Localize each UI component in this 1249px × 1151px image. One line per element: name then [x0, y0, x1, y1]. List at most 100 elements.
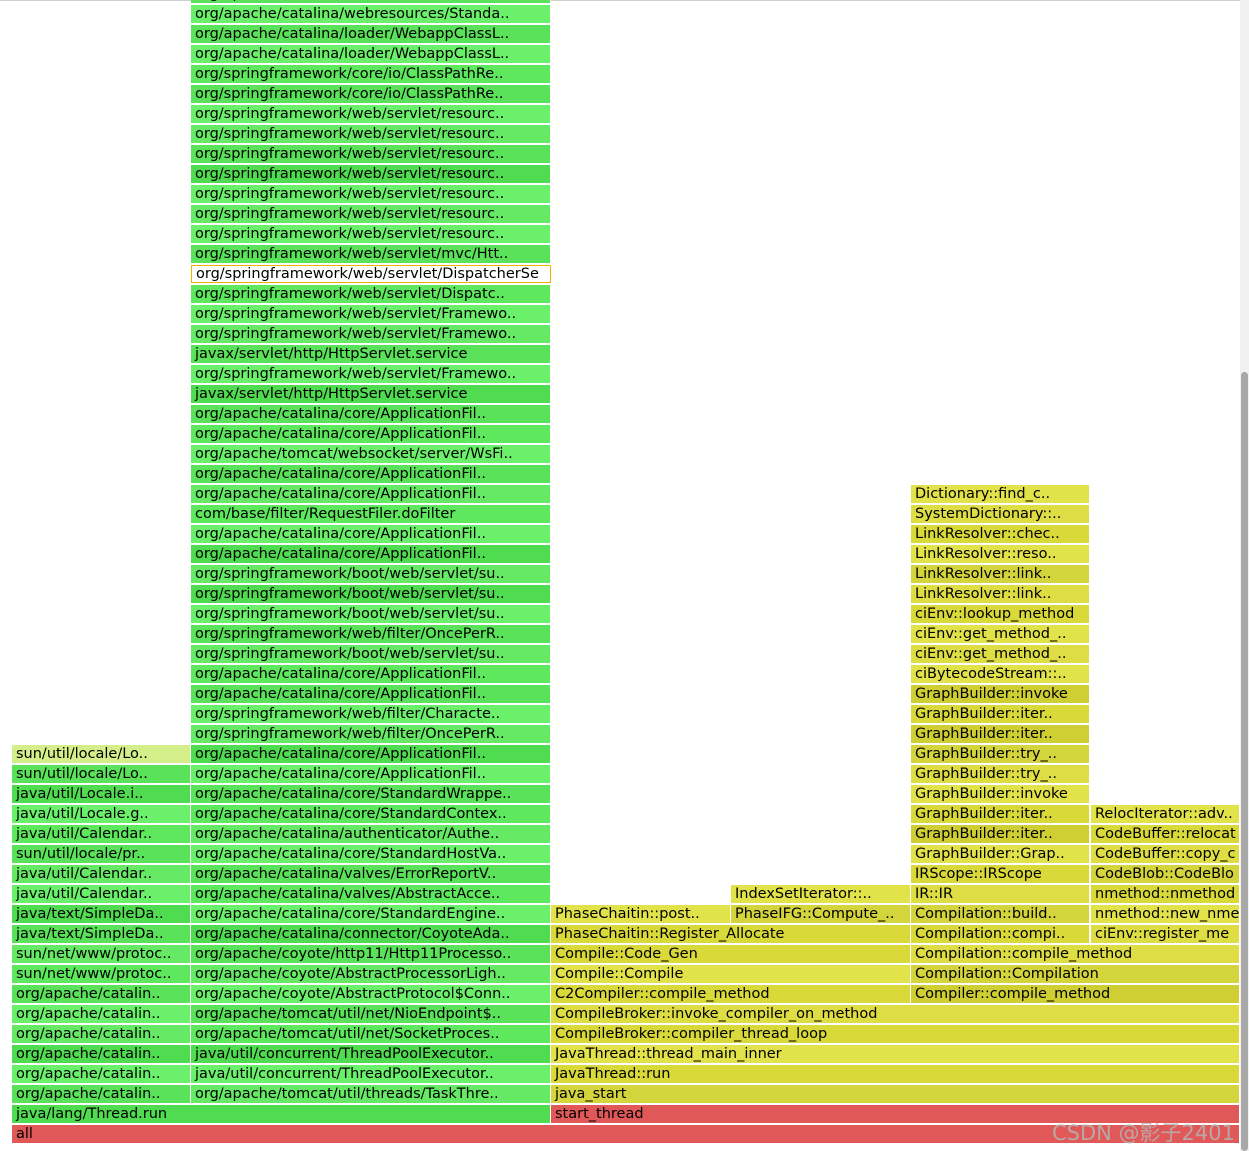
- stack-frame[interactable]: org/springframework/web/servlet/Framewo.…: [191, 365, 551, 383]
- stack-frame[interactable]: GraphBuilder::Grap..: [911, 845, 1090, 863]
- stack-frame[interactable]: org/springframework/web/servlet/resourc.…: [191, 145, 551, 163]
- stack-frame[interactable]: org/springframework/boot/web/servlet/su.…: [191, 585, 551, 603]
- stack-frame[interactable]: org/springframework/web/servlet/mvc/Htt.…: [191, 245, 551, 263]
- stack-frame[interactable]: GraphBuilder::iter..: [911, 805, 1090, 823]
- stack-frame[interactable]: org/apache/tomcat/util/net/SocketProces.…: [191, 1025, 551, 1043]
- stack-frame[interactable]: org/springframework/boot/web/servlet/su.…: [191, 565, 551, 583]
- stack-frame[interactable]: PhaseChaitin::post..: [551, 905, 731, 923]
- stack-frame[interactable]: Compiler::compile_method: [911, 985, 1240, 1003]
- stack-frame[interactable]: org/apache/tomcat/websocket/server/WsFi.…: [191, 445, 551, 463]
- stack-frame[interactable]: javax/servlet/http/HttpServlet.service: [191, 345, 551, 363]
- stack-frame[interactable]: org/springframework/web/servlet/Framewo.…: [191, 325, 551, 343]
- stack-frame[interactable]: org/apache/catalina/loader/WebappClassL.…: [191, 25, 551, 43]
- stack-frame[interactable]: CodeBlob::CodeBlo: [1091, 865, 1240, 883]
- stack-frame[interactable]: Compile::Compile: [551, 965, 911, 983]
- stack-frame[interactable]: CodeBuffer::relocat: [1091, 825, 1240, 843]
- stack-frame[interactable]: org/apache/catalina/valves/ErrorReportV.…: [191, 865, 551, 883]
- stack-frame[interactable]: java/lang/Thread.run: [12, 1105, 551, 1123]
- stack-frame[interactable]: org/apache/catalina/core/ApplicationFil.…: [191, 745, 551, 763]
- stack-frame[interactable]: org/springframework/web/servlet/Framewo.…: [191, 305, 551, 323]
- stack-frame[interactable]: java/util/Locale.i..: [12, 785, 191, 803]
- stack-frame[interactable]: java_start: [551, 1085, 1240, 1103]
- stack-frame[interactable]: all: [12, 1125, 1240, 1143]
- stack-frame[interactable]: java/text/SimpleDa..: [12, 925, 191, 943]
- stack-frame[interactable]: org/apache/catalina/core/ApplicationFil.…: [191, 485, 551, 503]
- stack-frame[interactable]: org/apache/catalin..: [12, 1045, 191, 1063]
- scrollbar-thumb[interactable]: [1241, 372, 1248, 1151]
- stack-frame[interactable]: sun/net/www/protoc..: [12, 945, 191, 963]
- stack-frame[interactable]: GraphBuilder::invoke: [911, 685, 1090, 703]
- stack-frame[interactable]: org/apache/catalin..: [12, 1005, 191, 1023]
- stack-frame[interactable]: org/apache/catalina/authenticator/Authe.…: [191, 825, 551, 843]
- stack-frame[interactable]: LinkResolver::link..: [911, 585, 1090, 603]
- stack-frame[interactable]: org/apache/catalina/core/ApplicationFil.…: [191, 665, 551, 683]
- stack-frame[interactable]: Compile::Code_Gen: [551, 945, 911, 963]
- stack-frame[interactable]: Compilation::compi..: [911, 925, 1090, 943]
- stack-frame[interactable]: ciEnv::lookup_method: [911, 605, 1090, 623]
- stack-frame[interactable]: Compilation::Compilation: [911, 965, 1240, 983]
- stack-frame[interactable]: IR::IR: [911, 885, 1090, 903]
- stack-frame[interactable]: org/apache/catalina/loader/WebappClassL.…: [191, 45, 551, 63]
- stack-frame[interactable]: org/springframework/web/filter/OncePerR.…: [191, 725, 551, 743]
- stack-frame[interactable]: org/apache/catalina/core/ApplicationFil.…: [191, 425, 551, 443]
- stack-frame[interactable]: java/util/Locale.g..: [12, 805, 191, 823]
- stack-frame[interactable]: ciEnv::get_method_..: [911, 625, 1090, 643]
- stack-frame[interactable]: org/apache/catalina/valves/AbstractAcce.…: [191, 885, 551, 903]
- stack-frame[interactable]: LinkResolver::link..: [911, 565, 1090, 583]
- stack-frame[interactable]: PhaseChaitin::Register_Allocate: [551, 925, 911, 943]
- stack-frame[interactable]: SystemDictionary::..: [911, 505, 1090, 523]
- stack-frame[interactable]: org/apache/coyote/AbstractProtocol$Conn.…: [191, 985, 551, 1003]
- stack-frame[interactable]: org/apache/tomcat/util/threads/TaskThre.…: [191, 1085, 551, 1103]
- stack-frame[interactable]: C2Compiler::compile_method: [551, 985, 911, 1003]
- stack-frame[interactable]: GraphBuilder::invoke: [911, 785, 1090, 803]
- stack-frame[interactable]: javax/servlet/http/HttpServlet.service: [191, 385, 551, 403]
- stack-frame[interactable]: org/apache/catalina/core/ApplicationFil.…: [191, 405, 551, 423]
- stack-frame[interactable]: org/springframework/boot/web/servlet/su.…: [191, 645, 551, 663]
- stack-frame[interactable]: start_thread: [551, 1105, 1240, 1123]
- flame-graph[interactable]: org/apache/catalina/webresources/Standa.…: [0, 0, 1249, 1151]
- stack-frame[interactable]: CodeBuffer::copy_c: [1091, 845, 1240, 863]
- stack-frame[interactable]: Compilation::build..: [911, 905, 1090, 923]
- stack-frame[interactable]: java/util/Calendar..: [12, 885, 191, 903]
- stack-frame[interactable]: java/util/Calendar..: [12, 865, 191, 883]
- stack-frame[interactable]: org/springframework/web/servlet/Dispatch…: [191, 265, 551, 283]
- stack-frame[interactable]: LinkResolver::reso..: [911, 545, 1090, 563]
- stack-frame[interactable]: LinkResolver::chec..: [911, 525, 1090, 543]
- stack-frame[interactable]: org/apache/catalina/webresources/Standa.…: [191, 5, 551, 23]
- stack-frame[interactable]: sun/net/www/protoc..: [12, 965, 191, 983]
- stack-frame[interactable]: java/util/concurrent/ThreadPoolExecutor.…: [191, 1065, 551, 1083]
- stack-frame[interactable]: org/apache/catalin..: [12, 1025, 191, 1043]
- stack-frame[interactable]: java/text/SimpleDa..: [12, 905, 191, 923]
- stack-frame[interactable]: GraphBuilder::try_..: [911, 745, 1090, 763]
- stack-frame[interactable]: JavaThread::thread_main_inner: [551, 1045, 1240, 1063]
- stack-frame[interactable]: ciBytecodeStream::..: [911, 665, 1090, 683]
- stack-frame[interactable]: nmethod::new_nmet: [1091, 905, 1240, 923]
- stack-frame[interactable]: org/apache/coyote/AbstractProcessorLigh.…: [191, 965, 551, 983]
- stack-frame[interactable]: org/apache/catalin..: [12, 1085, 191, 1103]
- stack-frame[interactable]: org/springframework/web/servlet/resourc.…: [191, 225, 551, 243]
- stack-frame[interactable]: GraphBuilder::iter..: [911, 825, 1090, 843]
- stack-frame[interactable]: org/springframework/web/filter/OncePerR.…: [191, 625, 551, 643]
- stack-frame[interactable]: org/apache/catalina/core/ApplicationFil.…: [191, 685, 551, 703]
- stack-frame[interactable]: org/springframework/core/io/ClassPathRe.…: [191, 65, 551, 83]
- stack-frame[interactable]: sun/util/locale/Lo..: [12, 745, 191, 763]
- stack-frame[interactable]: org/springframework/web/servlet/Dispatc.…: [191, 285, 551, 303]
- stack-frame[interactable]: CompileBroker::invoke_compiler_on_method: [551, 1005, 1240, 1023]
- stack-frame[interactable]: JavaThread::run: [551, 1065, 1240, 1083]
- stack-frame[interactable]: org/apache/catalina/core/StandardHostVa.…: [191, 845, 551, 863]
- stack-frame[interactable]: org/springframework/core/io/ClassPathRe.…: [191, 85, 551, 103]
- stack-frame[interactable]: Dictionary::find_c..: [911, 485, 1090, 503]
- stack-frame[interactable]: org/apache/catalin..: [12, 985, 191, 1003]
- stack-frame[interactable]: org/apache/catalina/core/StandardWrappe.…: [191, 785, 551, 803]
- stack-frame[interactable]: org/springframework/web/servlet/resourc.…: [191, 125, 551, 143]
- stack-frame[interactable]: RelocIterator::adv..: [1091, 805, 1240, 823]
- stack-frame[interactable]: org/apache/catalina/core/StandardContex.…: [191, 805, 551, 823]
- stack-frame[interactable]: ciEnv::get_method_..: [911, 645, 1090, 663]
- stack-frame[interactable]: sun/util/locale/Lo..: [12, 765, 191, 783]
- stack-frame[interactable]: IndexSetIterator::..: [731, 885, 911, 903]
- stack-frame[interactable]: GraphBuilder::try_..: [911, 765, 1090, 783]
- stack-frame[interactable]: IRScope::IRScope: [911, 865, 1090, 883]
- stack-frame[interactable]: org/springframework/boot/web/servlet/su.…: [191, 605, 551, 623]
- stack-frame[interactable]: java/util/Calendar..: [12, 825, 191, 843]
- stack-frame[interactable]: GraphBuilder::iter..: [911, 705, 1090, 723]
